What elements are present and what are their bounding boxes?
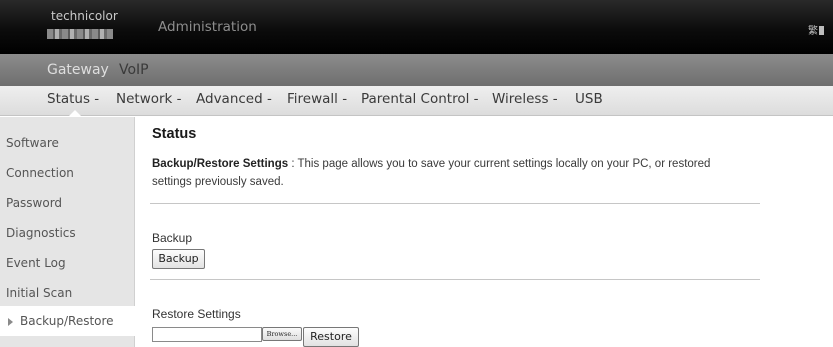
description-heading: Backup/Restore Settings bbox=[152, 158, 289, 170]
main-nav: Status - Network - Advanced - Firewall -… bbox=[0, 86, 833, 116]
restore-section-label: Restore Settings bbox=[152, 307, 241, 321]
backup-section-label: Backup bbox=[152, 231, 193, 245]
sidebar-item-event-log[interactable]: Event Log bbox=[0, 248, 135, 278]
active-nav-caret-icon bbox=[68, 110, 82, 117]
topnav-voip[interactable]: VoIP bbox=[119, 62, 149, 78]
sidebar-item-backup-restore[interactable]: Backup/Restore bbox=[0, 306, 136, 336]
sidebar-item-label: Password bbox=[6, 196, 63, 210]
top-nav-bar: Gateway VoIP bbox=[0, 54, 833, 86]
sidebar-item-diagnostics[interactable]: Diagnostics bbox=[0, 218, 135, 248]
restore-button[interactable]: Restore bbox=[303, 327, 359, 347]
sidebar-item-password[interactable]: Password bbox=[0, 188, 135, 218]
sidebar-item-label: Software bbox=[6, 136, 59, 150]
nav-network[interactable]: Network - bbox=[116, 91, 182, 107]
nav-firewall[interactable]: Firewall - bbox=[287, 91, 347, 107]
sidebar-item-label: Connection bbox=[6, 166, 74, 180]
nav-usb[interactable]: USB bbox=[575, 91, 603, 107]
sidebar-item-label: Backup/Restore bbox=[20, 314, 114, 328]
page-title: Status bbox=[152, 126, 197, 142]
sidebar-item-label: Diagnostics bbox=[6, 226, 76, 240]
sidebar-item-label: Event Log bbox=[6, 256, 66, 270]
nav-status[interactable]: Status - bbox=[47, 91, 99, 107]
sidebar: Software Connection Password Diagnostics… bbox=[0, 117, 136, 347]
sidebar-item-connection[interactable]: Connection bbox=[0, 158, 135, 188]
top-header: technicolor Administration 繁 bbox=[0, 0, 833, 54]
divider bbox=[150, 279, 760, 280]
divider bbox=[150, 203, 760, 204]
sidebar-item-label: Initial Scan bbox=[6, 286, 73, 300]
nav-advanced[interactable]: Advanced - bbox=[196, 91, 272, 107]
brand-logo-text: technicolor bbox=[51, 9, 118, 23]
page-header-title: Administration bbox=[158, 19, 257, 35]
page-description: Backup/Restore Settings : This page allo… bbox=[152, 155, 752, 191]
backup-button[interactable]: Backup bbox=[152, 249, 205, 269]
browse-button[interactable]: Browse... bbox=[262, 327, 302, 341]
restore-file-input[interactable] bbox=[152, 327, 262, 342]
sidebar-item-initial-scan[interactable]: Initial Scan bbox=[0, 278, 135, 308]
nav-wireless[interactable]: Wireless - bbox=[492, 91, 558, 107]
sidebar-item-software[interactable]: Software bbox=[0, 128, 135, 158]
brand-logo-icon bbox=[47, 29, 113, 39]
language-icon[interactable]: 繁 bbox=[808, 22, 824, 37]
topnav-gateway[interactable]: Gateway bbox=[47, 62, 109, 78]
nav-parental-control[interactable]: Parental Control - bbox=[361, 91, 479, 107]
active-arrow-icon bbox=[8, 318, 13, 326]
main-content: Status Backup/Restore Settings : This pa… bbox=[136, 117, 833, 347]
